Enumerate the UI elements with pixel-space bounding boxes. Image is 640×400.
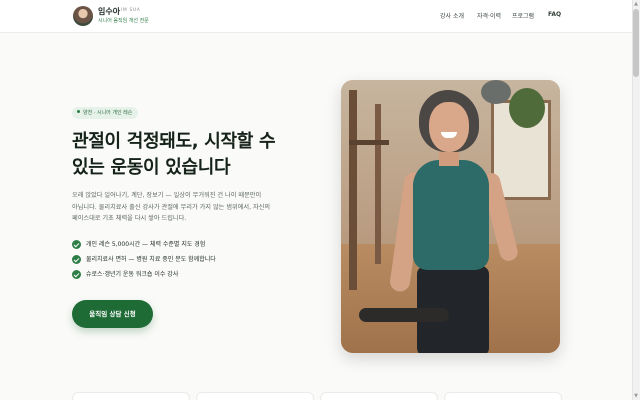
- feature-card: [72, 392, 190, 400]
- checklist-item: 슈로스·갱년기 운동 워크숍 이수 강사: [72, 270, 216, 285]
- feature-card: [320, 392, 438, 400]
- hero-description: 오래 앉았다 일어나기, 계단, 장보기 — 일상이 무거워진 건 나이 때문만…: [72, 190, 322, 225]
- photo-shirt: [413, 160, 489, 270]
- checklist-text: 물리치료사 면허 — 병원 치료 중인 분도 함께합니다: [86, 256, 216, 263]
- checkmark-icon: [72, 240, 81, 249]
- credential-checklist: 개인 레슨 5,000시간 — 체력 수준별 지도 경험 물리치료사 면허 — …: [72, 240, 216, 285]
- description-line: 오래 앉았다 일어나기, 계단, 장보기 — 일상이 무거워진 건 나이 때문만…: [72, 192, 262, 199]
- headline-line-1: 관절이 걱정돼도, 시작할 수: [72, 131, 276, 152]
- description-line: 페이스대로 기초 체력을 다시 쌓아 드립니다.: [72, 215, 187, 222]
- location-badge: 양천 · 시니어 개인 레슨: [72, 107, 139, 119]
- photo-reformer: [359, 308, 449, 322]
- checklist-text: 개인 레슨 5,000시간 — 체력 수준별 지도 경험: [86, 241, 206, 248]
- consultation-button[interactable]: 움직임 상담 신청: [72, 300, 153, 328]
- photo-pilates-frame: [375, 104, 381, 264]
- feature-card: [444, 392, 562, 400]
- description-line: 아닙니다. 물리치료사 출신 강사가 관절에 무리가 가지 않는 범위에서, 자…: [72, 203, 271, 211]
- checklist-text: 슈로스·갱년기 운동 워크숍 이수 강사: [86, 271, 179, 278]
- badge-label: 양천 · 시니어 개인 레슨: [83, 110, 133, 116]
- scroll-up-arrow-icon[interactable]: ▲: [633, 1, 639, 7]
- scroll-thumb[interactable]: [633, 9, 639, 77]
- nav-faq[interactable]: FAQ: [548, 11, 561, 18]
- nav-program[interactable]: 프로그램: [512, 11, 534, 20]
- scroll-down-arrow-icon[interactable]: ▼: [633, 393, 639, 399]
- headline-line-2: 있는 운동이 있습니다: [72, 157, 231, 178]
- photo-exercise-ball: [481, 80, 511, 104]
- badge-dot-icon: [77, 110, 80, 113]
- photo-face: [429, 102, 469, 152]
- checklist-item: 물리치료사 면허 — 병원 치료 중인 분도 함께합니다: [72, 255, 216, 270]
- page-scrollbar[interactable]: ▲ ▼: [632, 0, 640, 400]
- nav-about[interactable]: 강사 소개: [440, 11, 464, 20]
- checkmark-icon: [72, 270, 81, 279]
- avatar: [73, 6, 93, 26]
- photo-pilates-frame: [349, 90, 357, 290]
- hero-headline: 관절이 걱정돼도, 시작할 수 있는 운동이 있습니다: [72, 129, 332, 181]
- checkmark-icon: [72, 255, 81, 264]
- feature-card: [196, 392, 314, 400]
- instructor-photo: [341, 80, 560, 353]
- checklist-item: 개인 레슨 5,000시간 — 체력 수준별 지도 경험: [72, 240, 216, 255]
- photo-plant: [509, 88, 545, 128]
- brand-roman-name: IM SUA: [121, 8, 141, 13]
- photo-pilates-bar: [349, 140, 389, 145]
- brand-name: 임수아: [98, 7, 121, 16]
- site-header: 임수아 IM SUA 시니어 움직임 개선 전문 강사 소개 자격·이력 프로그…: [0, 0, 632, 33]
- nav-credentials[interactable]: 자격·이력: [477, 11, 501, 20]
- brand-tagline: 시니어 움직임 개선 전문: [98, 18, 149, 24]
